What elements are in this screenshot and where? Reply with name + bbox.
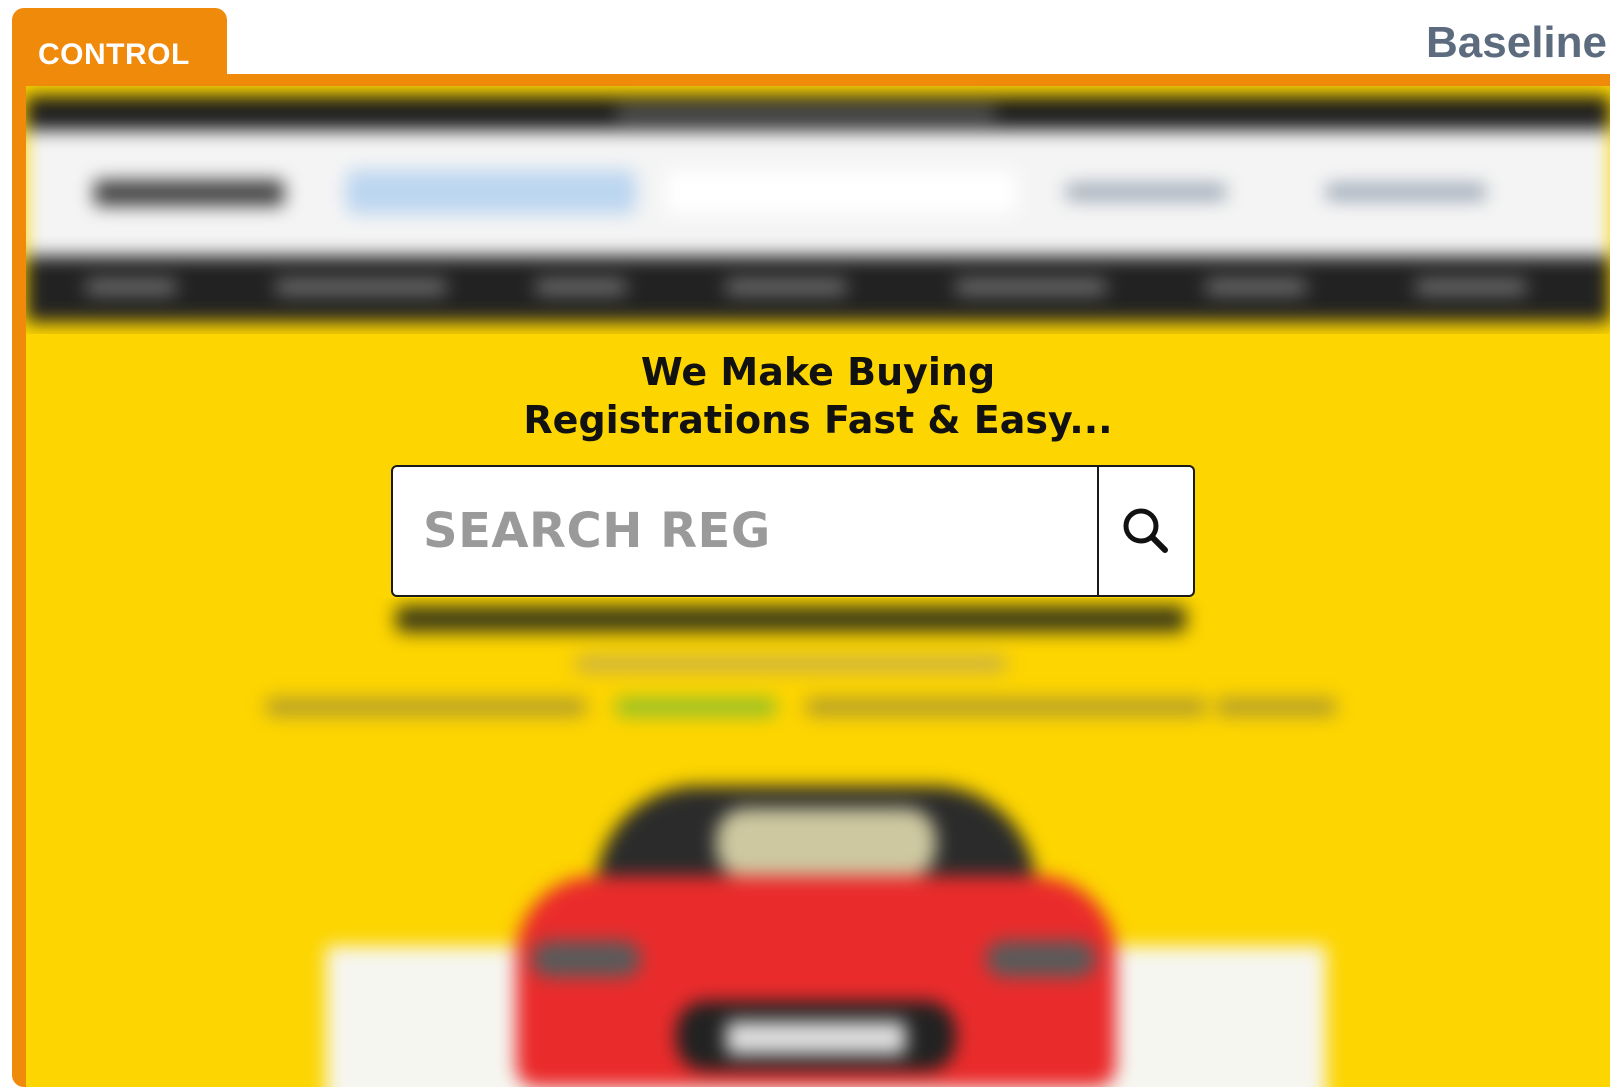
car-plate	[726, 1021, 906, 1055]
blurred-subtext	[576, 656, 1006, 672]
hero-headline-line2: Registrations Fast & Easy...	[523, 398, 1113, 442]
header-badge	[346, 170, 636, 214]
top-announcement-bar	[26, 96, 1610, 130]
blurred-text	[806, 698, 1206, 716]
search-icon	[1123, 508, 1168, 553]
search-button[interactable]	[1097, 467, 1193, 595]
blurred-text	[1216, 698, 1336, 716]
reg-search-input[interactable]	[393, 467, 1097, 595]
reg-search-box	[391, 465, 1195, 597]
header-link	[1066, 184, 1226, 200]
hero-headline: We Make Buying Registrations Fast & Easy…	[26, 348, 1610, 444]
main-nav	[26, 256, 1610, 322]
header-search	[666, 170, 1016, 214]
blurred-banner	[396, 606, 1186, 632]
variant-label: Baseline	[1426, 18, 1607, 67]
website-preview: We Make Buying Registrations Fast & Easy…	[26, 86, 1610, 1087]
site-header	[26, 130, 1610, 256]
blurred-text	[266, 698, 586, 716]
control-tab-label: CONTROL	[38, 38, 190, 71]
blurred-text	[616, 698, 776, 716]
hero-headline-line1: We Make Buying	[640, 350, 996, 394]
site-logo	[94, 180, 284, 206]
car-headlight	[986, 941, 1096, 977]
car-headlight	[531, 941, 641, 977]
header-link	[1326, 184, 1486, 200]
car-windshield	[716, 808, 936, 878]
